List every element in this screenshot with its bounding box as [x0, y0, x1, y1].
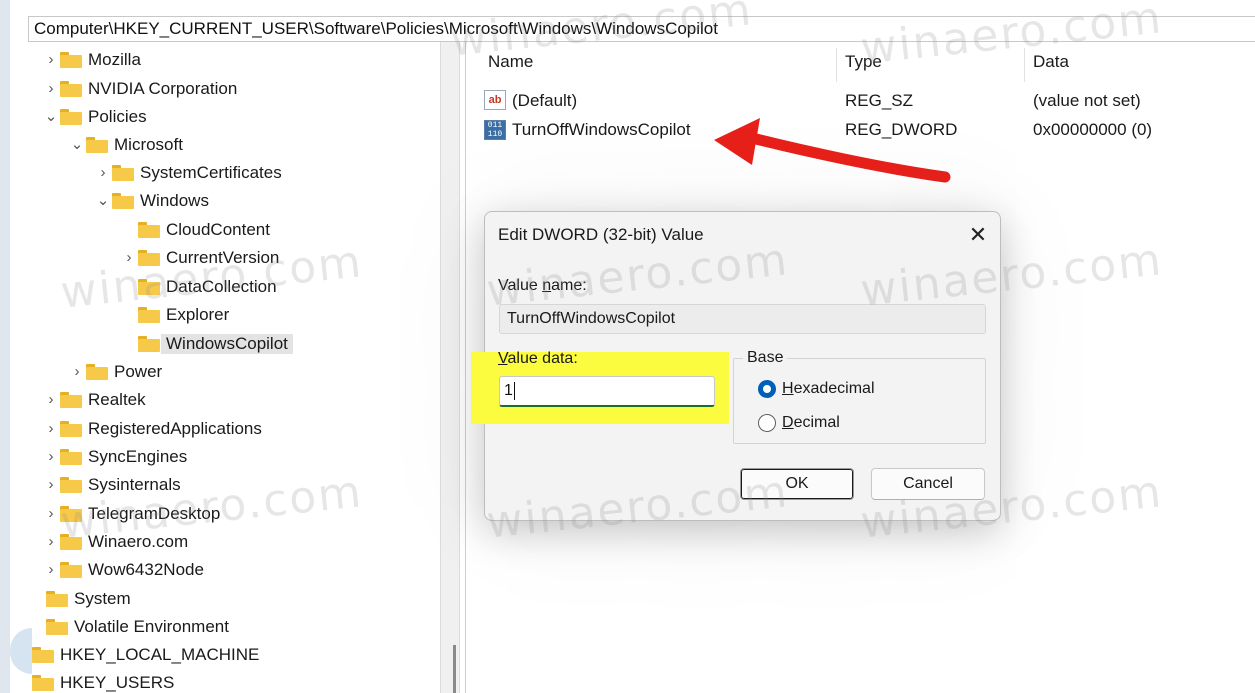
arrow-shaft [746, 132, 951, 183]
dialog-title: Edit DWORD (32-bit) Value [498, 225, 704, 244]
base-label: Base [743, 349, 788, 367]
text-caret [513, 381, 515, 400]
hexadecimal-label[interactable]: Hexadecimal [782, 380, 875, 398]
value-data-input[interactable]: 1 [499, 376, 715, 407]
arrow-head [714, 118, 760, 165]
value-data-label: Value data: [498, 350, 578, 367]
hexadecimal-radio[interactable] [758, 380, 776, 398]
close-icon[interactable]: ✕ [962, 220, 994, 250]
decimal-radio[interactable] [758, 414, 776, 432]
decimal-label[interactable]: Decimal [782, 414, 840, 432]
base-group [733, 358, 986, 444]
